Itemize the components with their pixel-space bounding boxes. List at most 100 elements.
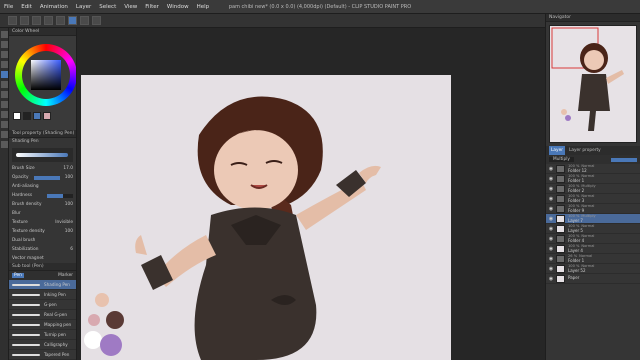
layer-row[interactable]: ◉ 100 % Normal Folder 9 — [546, 204, 640, 214]
layer-row[interactable]: ◉ 100 % Normal Layer 5 — [546, 224, 640, 234]
pen-tool-icon[interactable] — [1, 71, 8, 78]
menu-item-edit[interactable]: Edit — [17, 4, 36, 10]
layer-row[interactable]: ◉ 100 % Normal Layer 52 — [546, 264, 640, 274]
eye-icon[interactable]: ◉ — [548, 206, 554, 212]
layer-row[interactable]: ◉ 26 % Normal Folder 1 — [546, 254, 640, 264]
gradient-tool-icon[interactable] — [1, 121, 8, 128]
eye-icon[interactable]: ◉ — [548, 186, 554, 192]
open-icon[interactable] — [20, 16, 29, 25]
menu-item-view[interactable]: View — [120, 4, 141, 10]
eye-icon[interactable]: ◉ — [548, 176, 554, 182]
new-icon[interactable] — [8, 16, 17, 25]
tab-layer-property[interactable]: Layer property — [569, 146, 601, 155]
brush-density-row[interactable]: Brush density 100 — [9, 200, 76, 209]
eye-icon[interactable]: ◉ — [548, 236, 554, 242]
brush-item[interactable]: Inking Pen — [9, 290, 76, 300]
tab-pen[interactable]: Pen — [12, 273, 24, 278]
brush-item[interactable]: Tapered Pen — [9, 350, 76, 360]
color-swatch[interactable] — [13, 112, 21, 120]
folder-icon — [556, 174, 565, 183]
sub-tool-header: Sub tool (Pen) — [9, 263, 76, 271]
texture-density-row[interactable]: Texture density 100 — [9, 227, 76, 236]
canvas-area[interactable] — [77, 28, 545, 360]
menu-item-animation[interactable]: Animation — [36, 4, 72, 10]
texture-row[interactable]: Texture Invisible — [9, 218, 76, 227]
anti-alias-row[interactable]: Anti-aliasing — [9, 182, 76, 191]
vector-magnet-row[interactable]: Vector magnet — [9, 254, 76, 263]
layer-name: Layer 52 — [568, 267, 586, 273]
layer-row[interactable]: ◉ 100 % Normal Folder 4 — [546, 234, 640, 244]
color-wheel-panel — [9, 36, 76, 130]
fill-tool-icon[interactable] — [1, 111, 8, 118]
blend-mode-select[interactable]: Multiply — [549, 157, 574, 162]
layer-name: Folder 3 — [568, 197, 585, 203]
pencil-tool-icon[interactable] — [1, 81, 8, 88]
eye-icon[interactable]: ◉ — [548, 276, 554, 282]
layer-thumbnail — [556, 244, 565, 253]
brush-item[interactable]: G-pen — [9, 300, 76, 310]
menu-item-window[interactable]: Window — [163, 4, 193, 10]
brush-item[interactable]: Real G-pen — [9, 310, 76, 320]
ruler-tool-icon[interactable] — [1, 141, 8, 148]
text-tool-icon[interactable] — [1, 131, 8, 138]
tool-bar — [0, 28, 9, 360]
color-swatch[interactable] — [43, 112, 51, 120]
blur-row[interactable]: Blur — [9, 209, 76, 218]
brush-stroke-icon — [12, 323, 40, 326]
eye-icon[interactable]: ◉ — [548, 166, 554, 172]
eye-icon[interactable]: ◉ — [548, 256, 554, 262]
eraser-tool-icon[interactable] — [1, 101, 8, 108]
redo-icon[interactable] — [56, 16, 65, 25]
color-swatch[interactable] — [23, 112, 31, 120]
eye-icon[interactable]: ◉ — [548, 226, 554, 232]
selection-tool-icon[interactable] — [1, 51, 8, 58]
tab-layer[interactable]: Layer — [549, 146, 565, 155]
menu-item-select[interactable]: Select — [95, 4, 120, 10]
canvas-paper[interactable] — [81, 75, 451, 360]
folder-icon — [556, 164, 565, 173]
transform-icon[interactable] — [68, 16, 77, 25]
layer-row[interactable]: ◉ 100 % Normal Folder 1 — [546, 174, 640, 184]
stabilization-row[interactable]: Stabilization 6 — [9, 245, 76, 254]
save-icon[interactable] — [32, 16, 41, 25]
brush-tool-icon[interactable] — [1, 91, 8, 98]
eye-icon[interactable]: ◉ — [548, 266, 554, 272]
undo-icon[interactable] — [44, 16, 53, 25]
snap-icon[interactable] — [92, 16, 101, 25]
layer-row[interactable]: ◉ Paper — [546, 274, 640, 284]
eyedropper-tool-icon[interactable] — [1, 61, 8, 68]
menu-item-filter[interactable]: Filter — [141, 4, 163, 10]
hardness-row[interactable]: Hardness — [9, 191, 76, 200]
menu-item-layer[interactable]: Layer — [72, 4, 95, 10]
color-swatch[interactable] — [33, 112, 41, 120]
menu-item-file[interactable]: File — [0, 4, 17, 10]
layer-row[interactable]: ◉ 100 % Normal Layer 4 — [546, 244, 640, 254]
tab-marker[interactable]: Marker — [58, 273, 73, 278]
layer-row[interactable]: ◉ 100 % Multiply Folder 2 — [546, 184, 640, 194]
saturation-value-square[interactable] — [31, 60, 61, 90]
dual-brush-row[interactable]: Dual brush — [9, 236, 76, 245]
folder-icon — [556, 254, 565, 263]
brush-item[interactable]: Calligraphy — [9, 340, 76, 350]
brush-item[interactable]: Shading Pen — [9, 280, 76, 290]
tool-property-header: Tool property (Shading Pen) — [9, 130, 76, 138]
opacity-row[interactable]: Opacity 100 — [9, 173, 76, 182]
eye-icon[interactable]: ◉ — [548, 216, 554, 222]
eye-icon[interactable]: ◉ — [548, 246, 554, 252]
zoom-tool-icon[interactable] — [1, 31, 8, 38]
brush-stroke-icon — [12, 283, 40, 286]
move-tool-icon[interactable] — [1, 41, 8, 48]
brush-item-label: Calligraphy — [44, 342, 68, 347]
layer-row[interactable]: ◉ 100 % Multiply Layer 7 — [546, 214, 640, 224]
brush-item[interactable]: Turnip pen — [9, 330, 76, 340]
layer-opacity-slider[interactable] — [611, 157, 637, 162]
deselect-icon[interactable] — [80, 16, 89, 25]
layer-row[interactable]: ◉ 100 % Normal Folder 3 — [546, 194, 640, 204]
eye-icon[interactable]: ◉ — [548, 196, 554, 202]
menu-item-help[interactable]: Help — [193, 4, 214, 10]
brush-item-label: Mapping pen — [44, 322, 72, 327]
brush-size-row[interactable]: Brush Size 17.0 — [9, 164, 76, 173]
navigator-preview[interactable] — [549, 25, 637, 143]
layer-row[interactable]: ◉ 100 % Normal Folder 12 — [546, 164, 640, 174]
brush-item[interactable]: Mapping pen — [9, 320, 76, 330]
